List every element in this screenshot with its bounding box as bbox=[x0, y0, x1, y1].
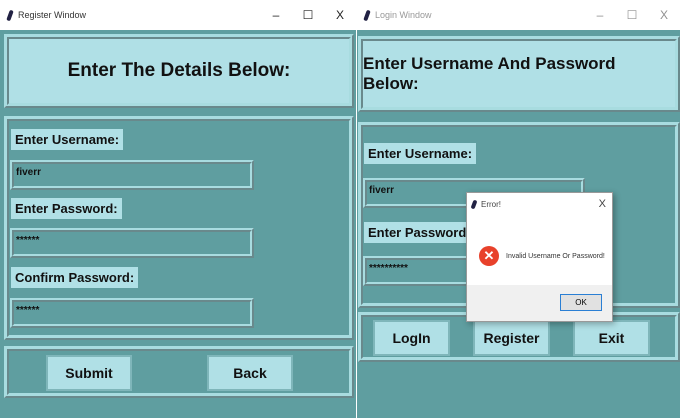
username-label: Enter Username: bbox=[11, 129, 124, 150]
password-input[interactable]: ****** bbox=[10, 228, 254, 258]
exit-button[interactable]: Exit bbox=[573, 320, 650, 356]
username-label: Enter Username: bbox=[364, 143, 477, 164]
title-bar: Register Window – ☐ X bbox=[0, 0, 356, 30]
login-button[interactable]: LogIn bbox=[373, 320, 450, 356]
feather-icon bbox=[6, 9, 14, 21]
register-button[interactable]: Register bbox=[473, 320, 550, 356]
error-message: Invalid Username Or Password! bbox=[506, 252, 605, 260]
window-title: Login Window bbox=[375, 10, 432, 20]
error-icon: ✕ bbox=[479, 246, 499, 266]
password-label: Enter Password: bbox=[11, 198, 122, 219]
dialog-close-button[interactable]: X bbox=[599, 198, 606, 210]
register-heading: Enter The Details Below: bbox=[4, 34, 354, 108]
feather-icon bbox=[470, 199, 478, 209]
username-input[interactable]: fiverr bbox=[10, 160, 254, 190]
submit-button[interactable]: Submit bbox=[46, 355, 132, 391]
dialog-title: Error! bbox=[481, 199, 501, 209]
confirm-password-input[interactable]: ****** bbox=[10, 298, 254, 328]
close-button[interactable]: X bbox=[324, 8, 356, 22]
minimize-button[interactable]: – bbox=[260, 8, 292, 22]
maximize-button[interactable]: ☐ bbox=[292, 8, 324, 22]
ok-button[interactable]: OK bbox=[560, 294, 602, 311]
feather-icon bbox=[363, 9, 371, 21]
password-label: Enter Password: bbox=[364, 222, 475, 243]
minimize-button[interactable]: – bbox=[584, 8, 616, 22]
error-dialog: Error! X ✕ Invalid Username Or Password!… bbox=[466, 192, 613, 322]
login-heading: Enter Username And Password Below: bbox=[358, 36, 680, 112]
close-button[interactable]: X bbox=[648, 8, 680, 22]
maximize-button[interactable]: ☐ bbox=[616, 8, 648, 22]
title-bar: Login Window – ☐ X bbox=[357, 0, 680, 30]
back-button[interactable]: Back bbox=[207, 355, 293, 391]
confirm-password-label: Confirm Password: bbox=[11, 267, 139, 288]
window-title: Register Window bbox=[18, 10, 87, 20]
register-window: Register Window – ☐ X Enter The Details Be… bbox=[0, 0, 356, 418]
